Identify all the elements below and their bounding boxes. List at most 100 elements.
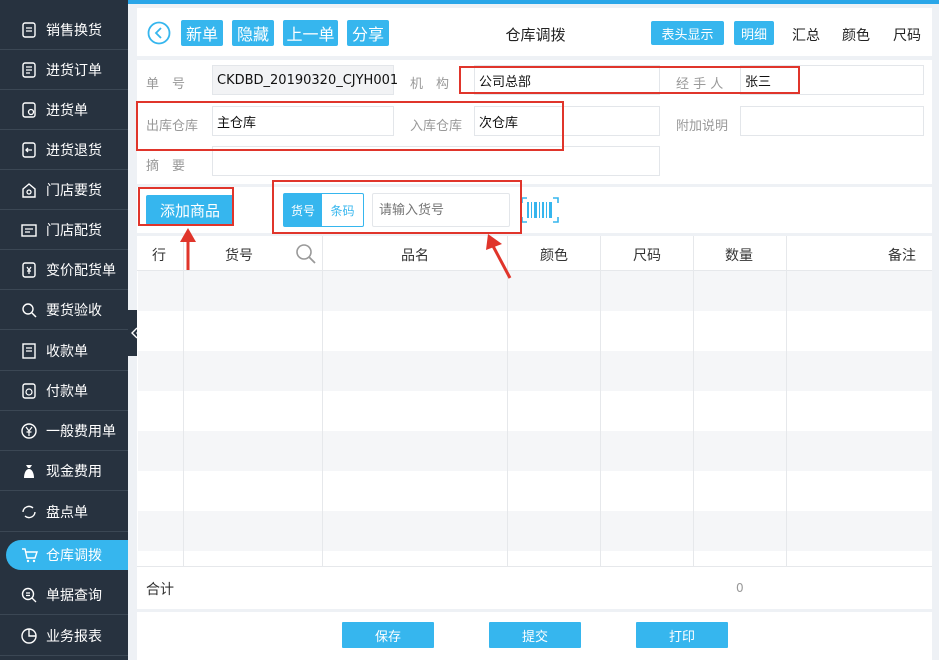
- column-header-remark: 备注: [888, 248, 916, 264]
- store-distribute-icon: [20, 221, 38, 239]
- summary-tab[interactable]: 汇总: [792, 25, 820, 45]
- cart-icon: [20, 546, 38, 564]
- sidebar-item-label: 收款单: [46, 343, 88, 360]
- detail-tab[interactable]: 明细: [734, 21, 774, 45]
- cash-bag-icon: [20, 462, 38, 480]
- store-request-icon: [20, 181, 38, 199]
- sidebar-item-label: 进货退货: [46, 142, 102, 159]
- extra-note-field[interactable]: [740, 106, 924, 136]
- table-row[interactable]: [138, 351, 932, 391]
- column-divider: [600, 236, 601, 566]
- purchase-order-icon: [20, 61, 38, 79]
- item-search-button[interactable]: [295, 243, 317, 265]
- top-accent-strip: [128, 0, 939, 4]
- sidebar-item-payment[interactable]: 付款单: [0, 371, 128, 411]
- exchange-icon: [20, 21, 38, 39]
- sidebar-item-stocktake[interactable]: 盘点单: [0, 492, 128, 532]
- payment-icon: [20, 382, 38, 400]
- back-button[interactable]: [147, 21, 171, 45]
- annotation-arrow-diagonal-icon: [486, 234, 512, 279]
- column-header-color: 颜色: [540, 248, 568, 264]
- sidebar-item-business-report[interactable]: 业务报表: [0, 616, 128, 656]
- sidebar-item-general-expense[interactable]: 一般费用单: [0, 411, 128, 451]
- sidebar-item-label: 门店配货: [46, 222, 102, 239]
- barcode-scan-button[interactable]: [521, 197, 559, 223]
- sidebar-item-label: 业务报表: [46, 628, 102, 645]
- sidebar-item-cash-expense[interactable]: 现金费用: [0, 451, 128, 491]
- sidebar-item-receipt[interactable]: 收款单: [0, 331, 128, 371]
- annotation-box-entry: [272, 180, 522, 234]
- prev-doc-button[interactable]: 上一单: [283, 20, 338, 46]
- sidebar-item-purchase-return[interactable]: 进货退货: [0, 130, 128, 170]
- sidebar-item-label: 销售换货: [46, 22, 102, 39]
- sidebar-item-purchase-order[interactable]: 进货订单: [0, 50, 128, 90]
- column-divider: [507, 236, 508, 566]
- new-doc-button[interactable]: 新单: [181, 20, 223, 46]
- sidebar-item-doc-query[interactable]: 单据查询: [0, 575, 128, 615]
- sidebar-item-inspect[interactable]: 要货验收: [0, 290, 128, 330]
- price-change-icon: [20, 261, 38, 279]
- table-row[interactable]: [138, 471, 932, 511]
- total-label: 合计: [146, 582, 174, 598]
- column-divider: [786, 236, 787, 566]
- sidebar-item-label: 仓库调拨: [46, 548, 102, 564]
- hide-button[interactable]: 隐藏: [232, 20, 274, 46]
- header-divider: [137, 270, 932, 271]
- table-row[interactable]: [138, 391, 932, 431]
- column-header-size: 尺码: [633, 248, 661, 264]
- color-tab[interactable]: 颜色: [842, 25, 870, 45]
- total-quantity: 0: [736, 581, 744, 595]
- sidebar-item-warehouse-transfer[interactable]: 仓库调拨: [0, 535, 128, 575]
- submit-button[interactable]: 提交: [489, 622, 581, 648]
- column-divider: [322, 236, 323, 566]
- column-header-quantity: 数量: [725, 248, 753, 264]
- sidebar-item-label: 现金费用: [46, 463, 102, 480]
- size-tab[interactable]: 尺码: [893, 25, 921, 45]
- annotation-box-warehouses: [136, 101, 564, 151]
- column-header-name: 品名: [401, 248, 429, 264]
- receipt-icon: [20, 342, 38, 360]
- annotation-arrow-up-icon: [180, 228, 196, 270]
- inspect-icon: [20, 301, 38, 319]
- sidebar-item-label: 一般费用单: [46, 423, 116, 440]
- page-title: 仓库调拨: [505, 26, 566, 44]
- sidebar-item-price-change[interactable]: 变价配货单: [0, 250, 128, 290]
- table-row[interactable]: [138, 511, 932, 551]
- purchase-icon: [20, 101, 38, 119]
- column-header-item-no: 货号: [225, 248, 253, 264]
- sidebar-item-label: 变价配货单: [46, 262, 116, 279]
- table-row[interactable]: [138, 311, 932, 351]
- sidebar-item-label: 付款单: [46, 383, 88, 400]
- sidebar-item-label: 进货订单: [46, 62, 102, 79]
- sidebar-item-label: 进货单: [46, 102, 88, 119]
- sidebar-item-purchase[interactable]: 进货单: [0, 90, 128, 130]
- table-row[interactable]: [138, 271, 932, 311]
- search-icon: [296, 244, 316, 264]
- sidebar-item-label: 要货验收: [46, 302, 102, 319]
- extra-note-label: 附加说明: [676, 119, 729, 134]
- column-header-row: 行: [152, 248, 166, 264]
- report-icon: [20, 627, 38, 645]
- save-button[interactable]: 保存: [342, 622, 434, 648]
- print-button[interactable]: 打印: [636, 622, 728, 648]
- sidebar-item-sales-exchange[interactable]: 销售换货: [0, 10, 128, 50]
- table-row[interactable]: [138, 431, 932, 471]
- sidebar-item-store-distribute[interactable]: 门店配货: [0, 210, 128, 250]
- doc-no-field: CKDBD_20190320_CJYH001: [212, 65, 398, 95]
- yen-icon: [20, 422, 38, 440]
- annotation-box-add-product: [138, 187, 234, 226]
- memo-label: 摘 要: [146, 159, 186, 174]
- sidebar-item-label: 盘点单: [46, 504, 88, 521]
- header-display-button[interactable]: 表头显示: [651, 21, 724, 45]
- return-icon: [20, 141, 38, 159]
- barcode-icon: [521, 197, 559, 223]
- total-divider: [137, 566, 932, 567]
- org-label: 机 构: [410, 77, 450, 92]
- sidebar: 销售换货 进货订单 进货单 进货退货 门店要货 门店配货 变价配货单 要货验收 …: [0, 0, 128, 660]
- sidebar-item-label: 门店要货: [46, 182, 102, 199]
- annotation-box-org-handler: [459, 66, 800, 94]
- share-button[interactable]: 分享: [347, 20, 389, 46]
- stocktake-icon: [20, 503, 38, 521]
- sidebar-item-store-request[interactable]: 门店要货: [0, 170, 128, 210]
- back-circle-icon: [147, 21, 171, 45]
